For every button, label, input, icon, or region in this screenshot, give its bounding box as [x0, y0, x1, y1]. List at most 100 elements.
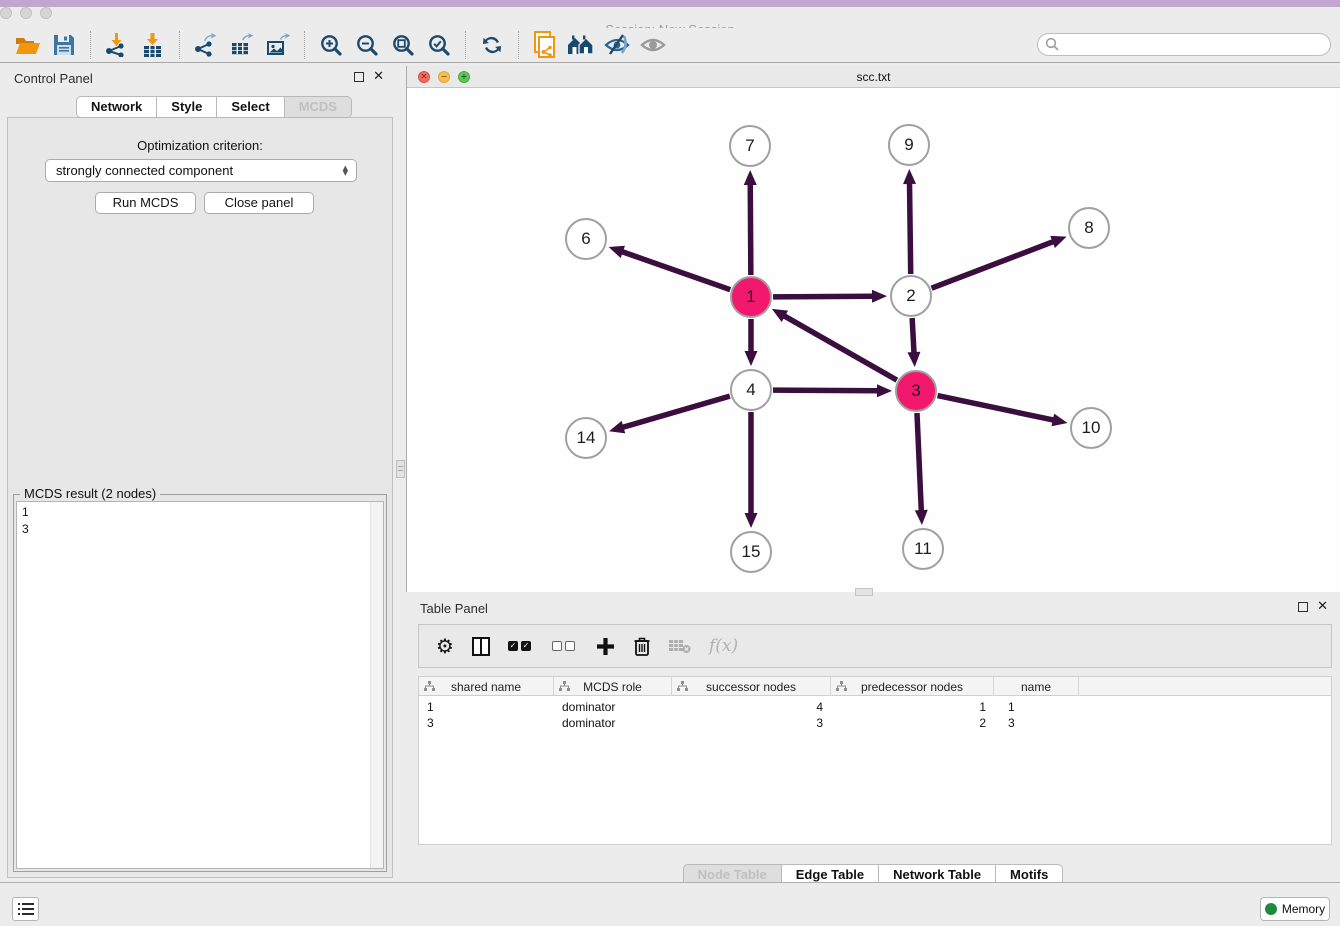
network-window-titlebar[interactable]: ✕ − + scc.txt	[407, 66, 1340, 88]
deselect-all-icon[interactable]	[552, 631, 578, 661]
graph-node-6[interactable]: 6	[565, 218, 607, 260]
network-view-window: ✕ − + scc.txt 1 2 3 4 6 7 8 9 10 11 14 15	[406, 66, 1340, 592]
run-mcds-button[interactable]: Run MCDS	[95, 192, 196, 214]
node-table[interactable]: shared name MCDS role successor nodes pr…	[418, 676, 1332, 845]
refresh-icon[interactable]	[477, 30, 507, 60]
column-header-predecessor-nodes[interactable]: predecessor nodes	[831, 677, 994, 696]
zoom-selected-icon[interactable]	[424, 30, 454, 60]
tab-style[interactable]: Style	[157, 96, 217, 118]
open-session-icon[interactable]	[13, 30, 43, 60]
result-scrollbar[interactable]	[370, 502, 383, 868]
export-image-icon[interactable]	[263, 30, 293, 60]
graph-node-11[interactable]: 11	[902, 528, 944, 570]
graph-edge-3-10[interactable]	[938, 396, 1055, 421]
cell-mcds-role[interactable]: dominator	[554, 715, 672, 731]
hierarchy-icon	[424, 681, 435, 692]
cell-shared-name[interactable]: 1	[419, 699, 554, 715]
maximize-window-icon[interactable]	[40, 7, 52, 19]
cell-successor-nodes[interactable]: 3	[672, 715, 831, 731]
graph-node-8[interactable]: 8	[1068, 207, 1110, 249]
horizontal-splitter-grip[interactable]	[855, 588, 873, 596]
show-columns-icon[interactable]	[472, 631, 490, 661]
close-panel-icon[interactable]: ✕	[373, 71, 384, 83]
cell-name[interactable]: 1	[994, 699, 1079, 715]
graph-edge-2-9[interactable]	[909, 182, 910, 274]
table-header-row: shared name MCDS role successor nodes pr…	[419, 677, 1331, 696]
graph-edge-3-1[interactable]	[783, 315, 897, 380]
column-header-shared-name[interactable]: shared name	[419, 677, 554, 696]
import-network-icon[interactable]	[102, 30, 132, 60]
export-network-icon[interactable]	[191, 30, 221, 60]
column-header-mcds-role[interactable]: MCDS role	[554, 677, 672, 696]
column-header-name[interactable]: name	[994, 677, 1079, 696]
network-minimize-icon[interactable]: −	[438, 71, 450, 83]
graph-edge-1-7[interactable]	[750, 183, 751, 275]
cell-predecessor-nodes[interactable]: 1	[831, 699, 994, 715]
dropdown-selected-value: strongly connected component	[56, 163, 343, 178]
graph-node-14[interactable]: 14	[565, 417, 607, 459]
close-panel-button[interactable]: Close panel	[204, 192, 314, 214]
cell-name[interactable]: 3	[994, 715, 1079, 731]
graph-node-1[interactable]: 1	[730, 276, 772, 318]
delete-trash-icon[interactable]	[633, 631, 651, 661]
graph-node-4[interactable]: 4	[730, 369, 772, 411]
first-neighbors-icon[interactable]	[566, 30, 596, 60]
network-close-icon[interactable]: ✕	[418, 71, 430, 83]
select-all-icon[interactable]: ✓✓	[508, 631, 534, 661]
memory-button[interactable]: Memory	[1260, 897, 1330, 921]
import-table-icon[interactable]	[138, 30, 168, 60]
table-settings-gear-icon[interactable]: ⚙	[436, 631, 454, 661]
graph-edge-1-2[interactable]	[773, 296, 874, 297]
vertical-splitter-grip[interactable]	[396, 460, 405, 478]
task-history-button[interactable]	[12, 897, 39, 921]
network-maximize-icon[interactable]: +	[458, 71, 470, 83]
export-table-icon[interactable]	[227, 30, 257, 60]
table-row[interactable]: 3 dominator 3 2 3	[419, 715, 1331, 731]
close-table-panel-icon[interactable]: ✕	[1317, 601, 1328, 613]
float-table-panel-icon[interactable]	[1298, 602, 1308, 612]
search-input[interactable]	[1060, 36, 1330, 54]
mcds-result-box[interactable]: 1 3	[16, 501, 384, 869]
graph-edge-2-3[interactable]	[912, 318, 914, 354]
graph-edge-3-11[interactable]	[917, 413, 921, 512]
float-panel-icon[interactable]	[354, 72, 364, 82]
graph-edge-arrowhead	[915, 510, 928, 525]
graph-node-2[interactable]: 2	[890, 275, 932, 317]
graph-node-7[interactable]: 7	[729, 125, 771, 167]
graph-edge-4-14[interactable]	[622, 396, 730, 428]
graph-node-15[interactable]: 15	[730, 531, 772, 573]
cell-successor-nodes[interactable]: 4	[672, 699, 831, 715]
tab-mcds[interactable]: MCDS	[285, 96, 352, 118]
close-window-icon[interactable]	[0, 7, 12, 19]
graph-edge-2-8[interactable]	[932, 241, 1055, 288]
search-field[interactable]	[1037, 33, 1331, 56]
hide-selected-icon[interactable]	[602, 30, 632, 60]
minimize-window-icon[interactable]	[20, 7, 32, 19]
cell-shared-name[interactable]: 3	[419, 715, 554, 731]
show-all-icon[interactable]	[638, 30, 668, 60]
graph-node-10[interactable]: 10	[1070, 407, 1112, 449]
toolbar-separator	[465, 31, 466, 59]
zoom-out-icon[interactable]	[352, 30, 382, 60]
new-network-from-selection-icon[interactable]	[530, 30, 560, 60]
graph-edge-arrowhead	[745, 513, 758, 528]
hierarchy-icon	[836, 681, 847, 692]
cell-predecessor-nodes[interactable]: 2	[831, 715, 994, 731]
graph-edge-1-6[interactable]	[621, 251, 730, 289]
graph-node-9[interactable]: 9	[888, 124, 930, 166]
cell-mcds-role[interactable]: dominator	[554, 699, 672, 715]
graph-edge-arrowhead	[609, 246, 625, 258]
graph-edge-4-3[interactable]	[773, 390, 879, 391]
network-canvas[interactable]: 1 2 3 4 6 7 8 9 10 11 14 15	[407, 88, 1340, 592]
optimization-criterion-dropdown[interactable]: strongly connected component ▲▼	[45, 159, 357, 182]
column-header-successor-nodes[interactable]: successor nodes	[672, 677, 831, 696]
function-builder-icon: f(x)	[709, 631, 738, 661]
zoom-fit-icon[interactable]	[388, 30, 418, 60]
zoom-in-icon[interactable]	[316, 30, 346, 60]
tab-select[interactable]: Select	[217, 96, 284, 118]
save-session-icon[interactable]	[49, 30, 79, 60]
table-row[interactable]: 1 dominator 4 1 1	[419, 699, 1331, 715]
add-row-plus-icon[interactable]	[596, 631, 615, 661]
graph-node-3[interactable]: 3	[895, 370, 937, 412]
tab-network[interactable]: Network	[76, 96, 157, 118]
